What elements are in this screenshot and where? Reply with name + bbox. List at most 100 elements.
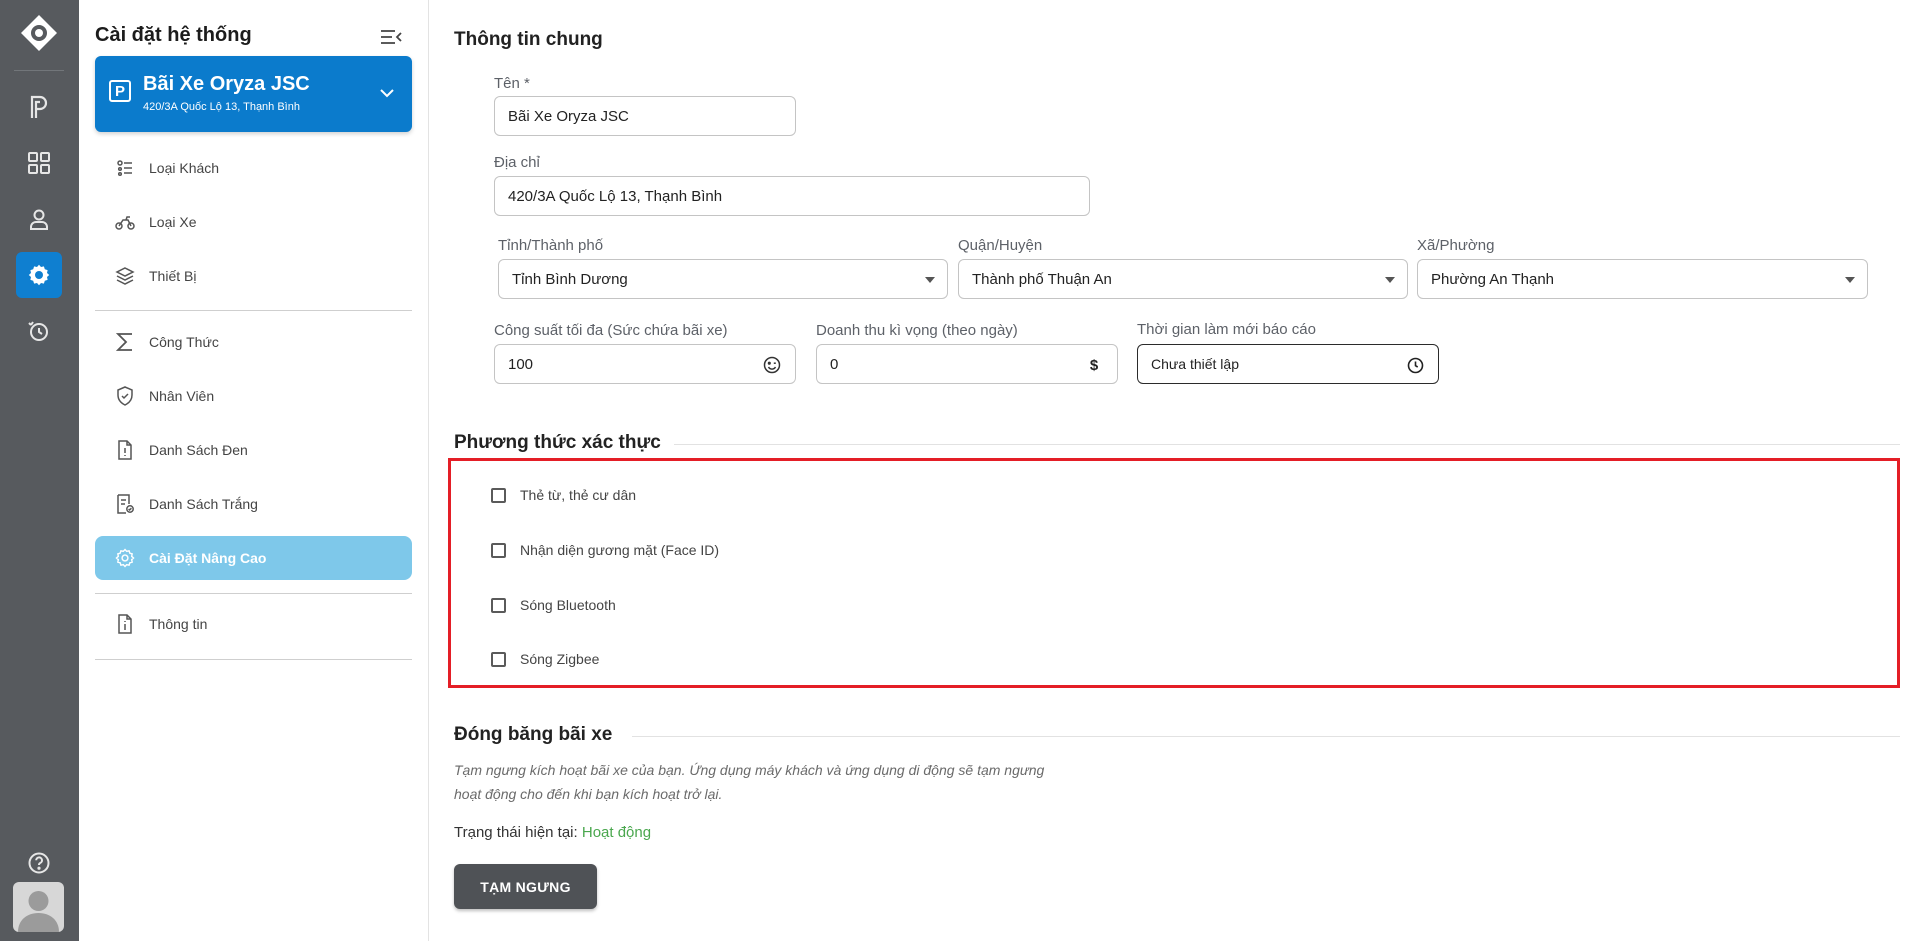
sidebar-item-staff[interactable]: Nhân Viên — [95, 374, 412, 418]
checkbox[interactable] — [491, 542, 506, 558]
grid-icon[interactable] — [16, 140, 62, 186]
dropdown-arrow-icon — [925, 277, 935, 283]
general-info-title: Thông tin chung — [454, 29, 603, 50]
revenue-label: Doanh thu kì vọng (theo ngày) — [816, 322, 1018, 339]
auth-option-faceid[interactable]: Nhận diện gương mặt (Face ID) — [491, 542, 719, 558]
menu-divider — [95, 310, 412, 311]
document-check-icon — [115, 494, 135, 514]
document-alert-icon — [115, 440, 135, 460]
ward-value: Phường An Thạnh — [1431, 270, 1555, 288]
capacity-value: 100 — [508, 355, 534, 373]
address-value: 420/3A Quốc Lộ 13, Thạnh Bình — [508, 187, 723, 205]
section-divider — [674, 444, 1900, 445]
motorbike-icon — [115, 212, 135, 232]
chevron-down-icon[interactable] — [378, 84, 396, 102]
sidebar-item-devices[interactable]: Thiết Bị — [95, 254, 412, 298]
auth-option-card[interactable]: Thẻ từ, thẻ cư dân — [491, 487, 636, 503]
smile-icon — [763, 356, 781, 374]
district-label: Quận/Huyện — [958, 237, 1043, 254]
refresh-field[interactable]: Chưa thiết lập — [1137, 344, 1439, 384]
capacity-field[interactable]: 100 — [494, 344, 796, 384]
sidebar-item-label: Nhân Viên — [149, 388, 215, 404]
auth-methods-highlight: Thẻ từ, thẻ cư dân Nhận diện gương mặt (… — [448, 458, 1900, 688]
status-badge: Hoạt động — [581, 824, 652, 841]
sidebar-item-label: Danh Sách Đen — [149, 442, 248, 458]
current-status: Trạng thái hiện tại: Hoạt động — [454, 824, 651, 841]
revenue-value: 0 — [830, 355, 839, 373]
address-label: Địa chỉ — [494, 154, 540, 171]
suspend-button[interactable]: TẠM NGƯNG — [454, 864, 597, 909]
refresh-value: Chưa thiết lập — [1151, 356, 1239, 372]
sidebar-item-info[interactable]: Thông tin — [95, 602, 412, 646]
auth-methods-title: Phương thức xác thực — [454, 432, 661, 453]
sidebar-item-label: Loại Xe — [149, 214, 197, 230]
province-label: Tỉnh/Thành phố — [498, 237, 604, 254]
address-field[interactable]: 420/3A Quốc Lộ 13, Thạnh Bình — [494, 176, 1090, 216]
section-divider — [632, 736, 1900, 737]
auth-option-bluetooth[interactable]: Sóng Bluetooth — [491, 597, 616, 613]
auth-option-label: Nhận diện gương mặt (Face ID) — [520, 542, 720, 558]
user-icon[interactable] — [16, 196, 62, 242]
layers-icon — [115, 266, 135, 286]
app-logo-icon[interactable] — [20, 14, 58, 52]
freeze-description: Tạm ngưng kích hoạt bãi xe của bạn. Ứng … — [454, 762, 1045, 802]
capacity-label: Công suất tối đa (Sức chứa bãi xe) — [494, 322, 728, 339]
province-select[interactable]: Tỉnh Bình Dương — [498, 259, 948, 299]
checkbox[interactable] — [491, 597, 506, 613]
district-select[interactable]: Thành phố Thuận An — [958, 259, 1408, 299]
auth-option-label: Sóng Zigbee — [520, 651, 600, 667]
sidebar-item-vehicle-types[interactable]: Loại Xe — [95, 200, 412, 244]
dollar-icon: $ — [1089, 356, 1099, 374]
name-field[interactable]: Bãi Xe Oryza JSC — [494, 96, 796, 136]
customer-type-icon — [115, 158, 135, 178]
avatar[interactable] — [13, 882, 64, 932]
sidebar-item-label: Danh Sách Trắng — [149, 496, 258, 512]
document-info-icon — [115, 614, 135, 634]
revenue-field[interactable]: 0 $ — [816, 344, 1118, 384]
district-value: Thành phố Thuận An — [972, 270, 1112, 288]
sidebar-title: Cài đặt hệ thống — [95, 24, 252, 46]
settings-icon[interactable] — [16, 252, 62, 298]
parking-badge-icon: P — [109, 80, 131, 102]
sidebar-item-label: Thông tin — [149, 616, 208, 632]
sidebar-item-blacklist[interactable]: Danh Sách Đen — [95, 428, 412, 472]
sidebar-item-formulas[interactable]: Công Thức — [95, 320, 412, 364]
freeze-title: Đóng băng bãi xe — [454, 724, 613, 745]
dropdown-arrow-icon — [1385, 277, 1395, 283]
shield-check-icon — [115, 386, 135, 406]
main-content: Thông tin chung Tên * Bãi Xe Oryza JSC Đ… — [430, 0, 1911, 941]
auth-option-zigbee[interactable]: Sóng Zigbee — [491, 651, 599, 667]
site-address: 420/3A Quốc Lộ 13, Thạnh Bình — [143, 101, 300, 113]
sidebar-item-label: Cài Đặt Nâng Cao — [149, 550, 267, 566]
dropdown-arrow-icon — [1845, 277, 1855, 283]
parking-icon[interactable] — [16, 84, 62, 130]
status-label: Trạng thái hiện tại: — [454, 824, 578, 841]
ward-label: Xã/Phường — [1417, 237, 1495, 254]
gear-icon — [115, 548, 135, 568]
site-name: Bãi Xe Oryza JSC — [143, 73, 310, 95]
name-value: Bãi Xe Oryza JSC — [508, 107, 629, 125]
sidebar-item-customer-types[interactable]: Loại Khách — [95, 146, 412, 190]
sidebar-item-whitelist[interactable]: Danh Sách Trắng — [95, 482, 412, 526]
menu-divider — [95, 593, 412, 594]
sidebar-item-label: Thiết Bị — [149, 268, 197, 284]
menu-divider — [95, 659, 412, 660]
rail-divider — [14, 70, 64, 71]
checkbox[interactable] — [491, 651, 506, 667]
icon-rail — [0, 0, 79, 941]
ward-select[interactable]: Phường An Thạnh — [1417, 259, 1868, 299]
history-icon[interactable] — [16, 308, 62, 354]
collapse-menu-icon[interactable] — [379, 26, 403, 48]
clock-icon[interactable] — [1406, 356, 1424, 374]
site-selector[interactable]: P Bãi Xe Oryza JSC 420/3A Quốc Lộ 13, Th… — [95, 56, 412, 132]
sidebar-item-label: Loại Khách — [149, 160, 220, 176]
sidebar-item-label: Công Thức — [149, 334, 219, 350]
name-label: Tên * — [494, 75, 530, 92]
sidebar-item-advanced-settings[interactable]: Cài Đặt Nâng Cao — [95, 536, 412, 580]
auth-option-label: Sóng Bluetooth — [520, 597, 616, 613]
auth-option-label: Thẻ từ, thẻ cư dân — [520, 487, 637, 503]
help-icon[interactable] — [16, 840, 62, 886]
province-value: Tỉnh Bình Dương — [512, 270, 628, 288]
checkbox[interactable] — [491, 487, 506, 503]
sigma-icon — [115, 332, 135, 352]
